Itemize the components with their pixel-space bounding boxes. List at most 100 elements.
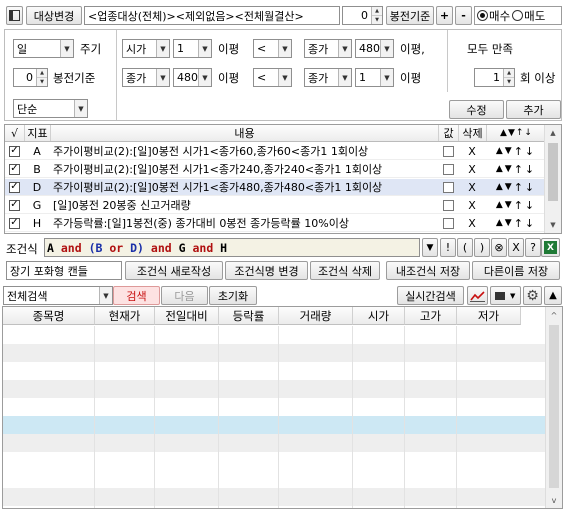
condition-row[interactable]: ✓ A 주가이평비교(2):[일]0봉전 시가1<종가60,종가60<종가1 1회이… bbox=[5, 143, 544, 160]
add-button[interactable]: 추가 bbox=[506, 100, 561, 119]
cond1-period2-select[interactable]: 480 ▼ bbox=[355, 39, 394, 58]
move-down-icon[interactable]: ↓ bbox=[525, 145, 534, 158]
row-delete-button[interactable]: X bbox=[458, 161, 486, 177]
grid-row[interactable] bbox=[3, 470, 545, 488]
grid-row[interactable] bbox=[3, 380, 545, 398]
move-up-icon[interactable]: ↑ bbox=[514, 145, 523, 158]
cond1-field2-select[interactable]: 종가 ▼ bbox=[304, 39, 352, 58]
grid-row[interactable] bbox=[3, 344, 545, 362]
cond2-period2-select[interactable]: 1 ▼ bbox=[355, 68, 394, 87]
move-bottom-icon[interactable]: ▼ bbox=[505, 200, 512, 210]
formula-input[interactable]: A and (B or D) and G and H bbox=[44, 238, 420, 257]
cond2-period1-select[interactable]: 480 ▼ bbox=[173, 68, 212, 87]
not-button[interactable]: ! bbox=[440, 238, 456, 257]
grid-row[interactable] bbox=[3, 452, 545, 470]
grid-row[interactable] bbox=[3, 326, 545, 344]
move-up-icon[interactable]: ↑ bbox=[514, 199, 523, 212]
move-up-icon[interactable]: ↑ bbox=[514, 163, 523, 176]
cond1-operator-select[interactable]: < ▼ bbox=[253, 39, 292, 58]
row-value-checkbox[interactable] bbox=[442, 217, 454, 229]
move-top-icon[interactable]: ▲ bbox=[496, 182, 503, 192]
radio-sell[interactable]: 매도 bbox=[512, 8, 545, 24]
base-shift-spinner[interactable]: 0 ▲ ▼ bbox=[13, 68, 48, 87]
search-button[interactable]: 검색 bbox=[113, 286, 160, 305]
grid-column-header[interactable]: 등락률 bbox=[219, 307, 279, 325]
condition-list-scrollbar[interactable]: ▲ ▼ bbox=[544, 125, 561, 233]
grid-row[interactable] bbox=[3, 416, 545, 434]
scroll-up-icon[interactable]: ▲ bbox=[545, 125, 561, 141]
row-delete-button[interactable]: X bbox=[458, 215, 486, 231]
window-icon-button[interactable] bbox=[6, 6, 23, 25]
move-down-icon[interactable]: ↓ bbox=[525, 163, 534, 176]
period-select[interactable]: 일 ▼ bbox=[13, 39, 74, 58]
cond2-field2-select[interactable]: 종가 ▼ bbox=[304, 68, 352, 87]
move-bottom-icon[interactable]: ▼ bbox=[505, 146, 512, 156]
move-top-icon[interactable]: ▲ bbox=[496, 200, 503, 210]
move-bottom-icon[interactable]: ▼ bbox=[505, 182, 512, 192]
scroll-down-icon[interactable]: v bbox=[546, 492, 562, 508]
row-delete-button[interactable]: X bbox=[458, 179, 486, 195]
search-scope-select[interactable]: 전체검색 ▼ bbox=[3, 286, 113, 305]
minus-button[interactable]: - bbox=[455, 6, 472, 25]
save-as-button[interactable]: 다른이름 저장 bbox=[472, 261, 560, 280]
condition-row[interactable]: ✓ H 주가등락률:[일]1봉전(중) 종가대비 0봉전 종가등락률 10%이상 X ▲… bbox=[5, 215, 544, 232]
next-button[interactable]: 다음 bbox=[161, 286, 208, 305]
scroll-track[interactable] bbox=[549, 325, 559, 488]
move-bottom-icon[interactable]: ▼ bbox=[505, 218, 512, 228]
move-up-icon[interactable]: ↑ bbox=[514, 181, 523, 194]
move-down-icon[interactable]: ↓ bbox=[525, 199, 534, 212]
grid-row[interactable] bbox=[3, 398, 545, 416]
excel-export-button[interactable]: X bbox=[541, 238, 560, 257]
view-mode-button[interactable]: ▼ bbox=[490, 286, 521, 305]
delete-condition-button[interactable]: 조건식 삭제 bbox=[310, 261, 380, 280]
row-value-checkbox[interactable] bbox=[442, 199, 454, 211]
shift-spinner[interactable]: 0 ▲ ▼ bbox=[342, 6, 383, 25]
move-top-icon[interactable]: ▲ bbox=[496, 218, 503, 228]
spin-down-icon[interactable]: ▼ bbox=[372, 15, 382, 24]
cond1-period1-select[interactable]: 1 ▼ bbox=[173, 39, 212, 58]
new-condition-button[interactable]: 조건식 새로작성 bbox=[125, 261, 223, 280]
grid-column-header[interactable]: 전일대비 bbox=[155, 307, 219, 325]
settings-button[interactable]: ⚙ bbox=[523, 286, 542, 305]
spin-up-icon[interactable]: ▲ bbox=[504, 69, 514, 77]
plus-button[interactable]: + bbox=[436, 6, 453, 25]
condition-row[interactable]: ✓ B 주가이평비교(2):[일]0봉전 시가1<종가240,종가240<종가1 1… bbox=[5, 161, 544, 178]
row-value-checkbox[interactable] bbox=[442, 163, 454, 175]
move-bottom-icon[interactable]: ▼ bbox=[505, 164, 512, 174]
row-value-checkbox[interactable] bbox=[442, 145, 454, 157]
xor-button[interactable]: ⊗ bbox=[491, 238, 507, 257]
scroll-down-icon[interactable]: ▼ bbox=[545, 217, 561, 233]
grid-row[interactable] bbox=[3, 488, 545, 506]
row-checkbox[interactable]: ✓ bbox=[9, 199, 20, 211]
scroll-up-icon[interactable]: ^ bbox=[546, 307, 562, 323]
base-criteria-button[interactable]: 봉전기준 bbox=[386, 6, 434, 25]
clear-button[interactable]: X bbox=[508, 238, 524, 257]
result-grid-scrollbar[interactable]: ^ v bbox=[545, 307, 562, 508]
grid-column-header[interactable]: 현재가 bbox=[95, 307, 155, 325]
grid-row[interactable] bbox=[3, 362, 545, 380]
chart-button[interactable] bbox=[467, 286, 488, 305]
mode-select[interactable]: 단순 ▼ bbox=[13, 99, 88, 118]
row-delete-button[interactable]: X bbox=[458, 143, 486, 159]
move-down-icon[interactable]: ↓ bbox=[525, 217, 534, 230]
row-checkbox[interactable]: ✓ bbox=[9, 217, 20, 229]
move-top-icon[interactable]: ▲ bbox=[496, 146, 503, 156]
condition-row[interactable]: ✓ D 주가이평비교(2):[일]0봉전 시가1<종가480,종가480<종가1 1… bbox=[5, 179, 544, 196]
grid-column-header[interactable]: 종목명 bbox=[3, 307, 95, 325]
collapse-button[interactable]: ▲ bbox=[544, 286, 562, 305]
reset-button[interactable]: 초기화 bbox=[209, 286, 257, 305]
move-top-icon[interactable]: ▲ bbox=[496, 164, 503, 174]
formula-dropdown-button[interactable]: ▼ bbox=[422, 238, 438, 257]
grid-column-header[interactable]: 고가 bbox=[405, 307, 457, 325]
save-condition-button[interactable]: 내조건식 저장 bbox=[386, 261, 470, 280]
modify-button[interactable]: 수정 bbox=[449, 100, 504, 119]
grid-column-header[interactable]: 시가 bbox=[353, 307, 405, 325]
help-button[interactable]: ? bbox=[525, 238, 541, 257]
count-spinner[interactable]: 1 ▲ ▼ bbox=[474, 68, 515, 87]
radio-buy[interactable]: 매수 bbox=[477, 8, 510, 24]
row-checkbox[interactable]: ✓ bbox=[9, 163, 20, 175]
condition-name-input[interactable]: 장기 포화형 캔들 bbox=[6, 261, 122, 280]
move-down-icon[interactable]: ↓ bbox=[525, 181, 534, 194]
spin-up-icon[interactable]: ▲ bbox=[372, 7, 382, 15]
move-up-icon[interactable]: ↑ bbox=[514, 217, 523, 230]
